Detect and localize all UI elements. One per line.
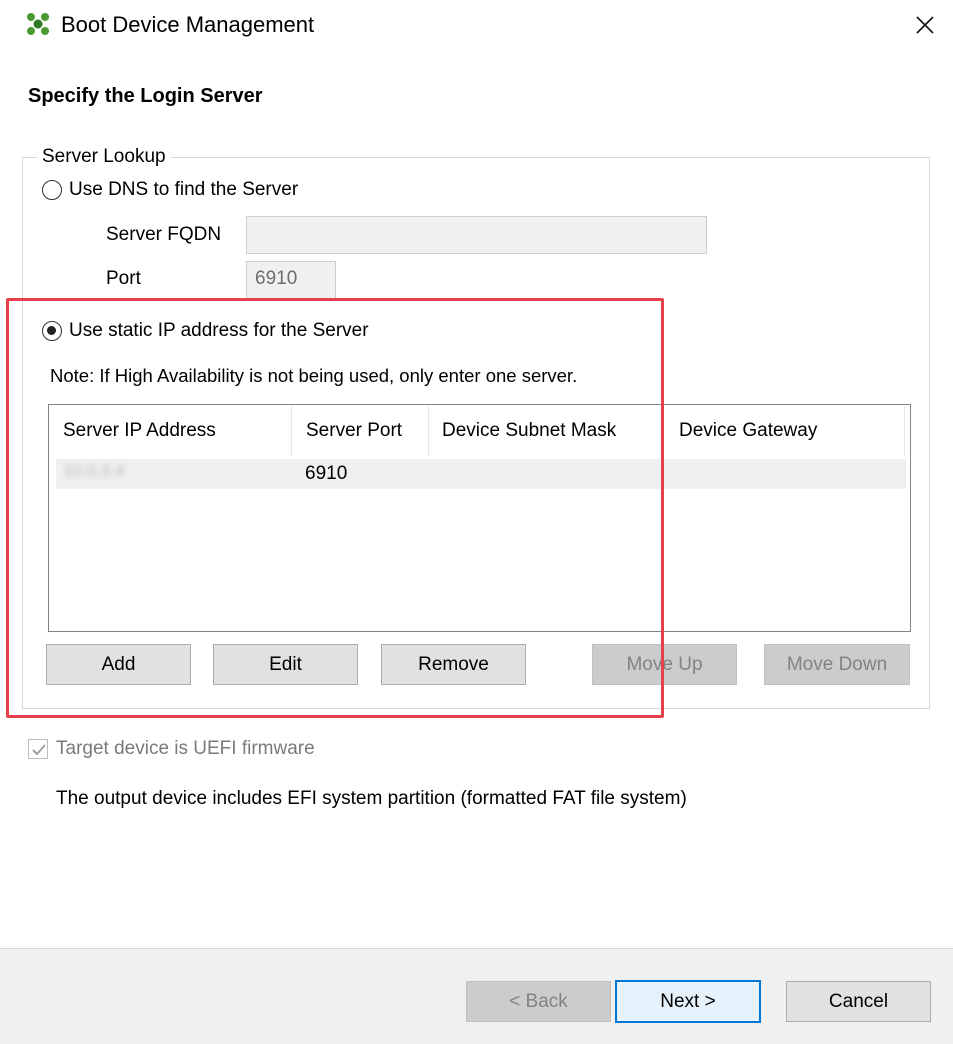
column-separator[interactable] — [904, 406, 905, 456]
column-header-subnet-mask[interactable]: Device Subnet Mask — [442, 418, 616, 444]
checkmark-icon — [32, 744, 46, 756]
window-title: Boot Device Management — [61, 12, 315, 37]
column-separator[interactable] — [291, 406, 292, 456]
dns-radio-button[interactable] — [42, 180, 62, 200]
column-header-gateway[interactable]: Device Gateway — [679, 418, 817, 444]
server-lookup-legend: Server Lookup — [37, 143, 171, 171]
static-ip-option[interactable]: Use static IP address for the Server — [42, 318, 369, 344]
uefi-checkbox-row[interactable]: Target device is UEFI firmware — [28, 738, 315, 760]
cell-server-port: 6910 — [305, 463, 348, 484]
uefi-description: The output device includes EFI system pa… — [56, 788, 687, 809]
port-input[interactable]: 6910 — [246, 261, 336, 299]
fqdn-label: Server FQDN — [106, 224, 222, 245]
add-button[interactable]: Add — [46, 644, 191, 685]
high-availability-note: Note: If High Availability is not being … — [50, 365, 578, 386]
column-header-ip[interactable]: Server IP Address — [63, 418, 216, 444]
move-up-button[interactable]: Move Up — [592, 644, 737, 685]
remove-button[interactable]: Remove — [381, 644, 526, 685]
edit-button[interactable]: Edit — [213, 644, 358, 685]
column-separator[interactable] — [428, 406, 429, 456]
static-ip-radio-button[interactable] — [42, 321, 62, 341]
column-header-port[interactable]: Server Port — [306, 418, 402, 444]
uefi-label: Target device is UEFI firmware — [56, 738, 315, 759]
move-down-button[interactable]: Move Down — [764, 644, 910, 685]
port-label: Port — [106, 268, 141, 289]
close-icon[interactable] — [908, 8, 942, 42]
back-button[interactable]: < Back — [466, 981, 611, 1022]
uefi-checkbox[interactable] — [28, 739, 48, 759]
column-separator[interactable] — [663, 406, 664, 456]
cell-server-ip: 10.0.3.4 — [63, 461, 125, 480]
next-button[interactable]: Next > — [615, 980, 761, 1023]
dns-option-label: Use DNS to find the Server — [69, 179, 299, 200]
static-ip-option-label: Use static IP address for the Server — [69, 320, 369, 341]
table-row[interactable] — [56, 459, 906, 489]
fqdn-input[interactable] — [246, 216, 707, 254]
page-heading: Specify the Login Server — [28, 85, 263, 107]
cancel-button[interactable]: Cancel — [786, 981, 931, 1022]
dns-option[interactable]: Use DNS to find the Server — [42, 177, 298, 203]
citrix-app-icon — [27, 13, 49, 35]
